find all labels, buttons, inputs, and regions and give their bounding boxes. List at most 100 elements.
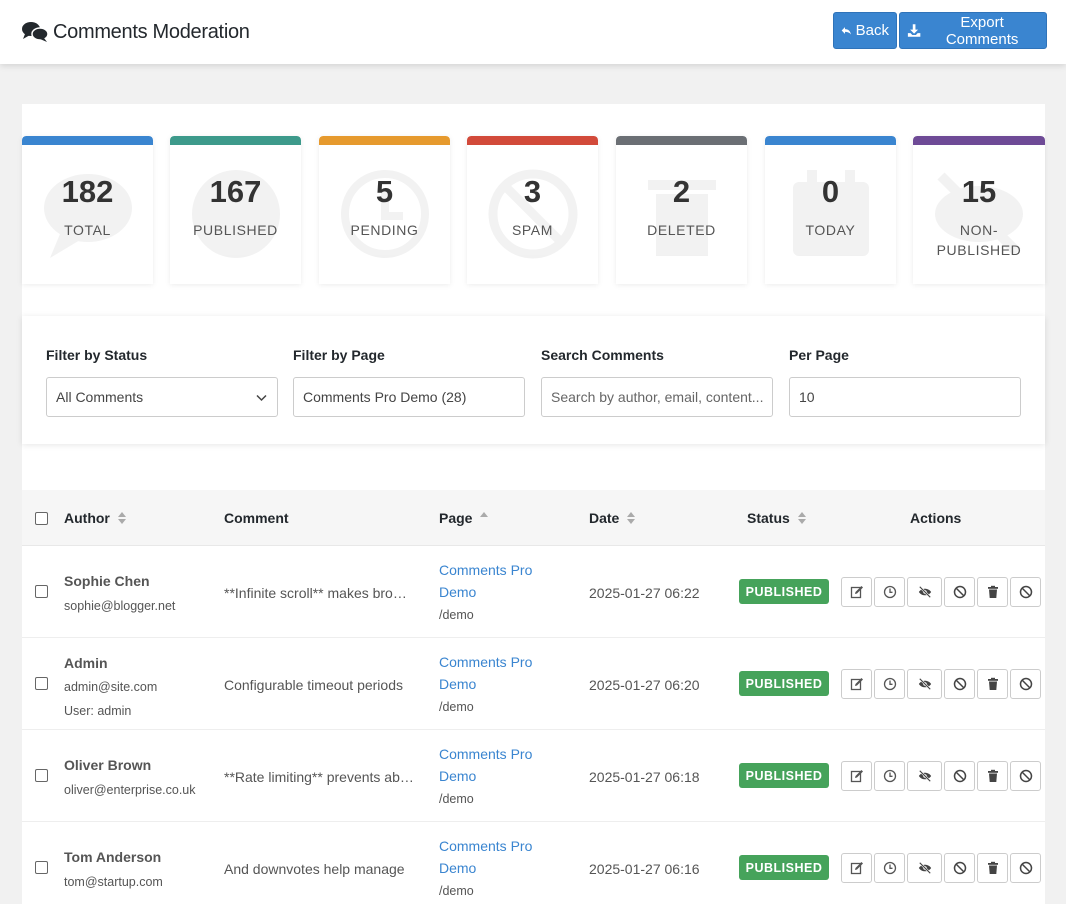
stat-bar <box>170 136 301 145</box>
table-header: Author Comment Page Date Status Actions <box>22 490 1045 546</box>
trash-button[interactable] <box>977 853 1008 883</box>
trash-button[interactable] <box>977 761 1008 791</box>
page-link[interactable]: Comments Pro Demo <box>439 651 549 695</box>
stat-card-spam: 3 SPAM <box>467 136 598 284</box>
page-link[interactable]: Comments Pro Demo <box>439 743 549 787</box>
sort-icon <box>797 512 806 524</box>
edit-button[interactable] <box>841 761 872 791</box>
stat-value: 3 <box>523 174 542 209</box>
row-checkbox[interactable] <box>35 677 48 690</box>
page-path: /demo <box>439 792 474 806</box>
stat-card-pending: 5 PENDING <box>319 136 450 284</box>
top-bar: Comments Moderation Back Export Comments <box>0 0 1066 64</box>
comment-date: 2025-01-27 06:16 <box>589 861 700 877</box>
stat-label: PENDING <box>350 222 419 238</box>
row-checkbox[interactable] <box>35 769 48 782</box>
edit-button[interactable] <box>841 577 872 607</box>
row-checkbox[interactable] <box>35 861 48 874</box>
select-all-checkbox[interactable] <box>35 512 48 525</box>
edit-button[interactable] <box>841 853 872 883</box>
column-actions: Actions <box>910 510 961 526</box>
filter-status-group: Filter by Status All Comments <box>46 347 278 417</box>
author-email: oliver@enterprise.co.uk <box>64 783 196 797</box>
per-page-input[interactable]: 10 <box>789 377 1021 417</box>
ban-button[interactable] <box>944 669 975 699</box>
clock-button[interactable] <box>874 669 905 699</box>
stat-value: 167 <box>209 174 262 209</box>
search-input[interactable]: Search by author, email, content... <box>541 377 773 417</box>
stat-value: 0 <box>821 174 840 209</box>
block-button[interactable] <box>1010 577 1041 607</box>
ban-button[interactable] <box>944 853 975 883</box>
page-link[interactable]: Comments Pro Demo <box>439 835 549 879</box>
table-row: Sophie Chen sophie@blogger.net **Infinite … <box>22 546 1045 638</box>
block-icon <box>1019 585 1032 599</box>
clock-icon <box>883 585 896 599</box>
stat-card-non-published: 15 NON-PUBLISHED <box>913 136 1045 284</box>
ban-button[interactable] <box>944 761 975 791</box>
eye-slash-button[interactable] <box>907 853 942 883</box>
ban-icon <box>953 769 966 783</box>
block-button[interactable] <box>1010 669 1041 699</box>
filter-page-input[interactable]: Comments Pro Demo (28) <box>293 377 525 417</box>
edit-icon <box>850 678 863 691</box>
main-panel: 182 TOTAL 167 PUBLISHED 5 PENDING 3 SPAM… <box>22 104 1045 904</box>
stat-value: 182 <box>61 174 114 209</box>
eye-slash-button[interactable] <box>907 669 942 699</box>
ban-button[interactable] <box>944 577 975 607</box>
column-author[interactable]: Author <box>64 510 127 526</box>
author-name: Oliver Brown <box>64 757 152 773</box>
column-status[interactable]: Status <box>747 510 807 526</box>
trash-icon <box>987 585 998 598</box>
eye-slash-icon <box>918 585 931 599</box>
table-row: Oliver Brown oliver@enterprise.co.uk **Rat… <box>22 730 1045 822</box>
filter-status-label: Filter by Status <box>46 347 148 363</box>
eye-slash-button[interactable] <box>907 761 942 791</box>
back-button[interactable]: Back <box>833 12 897 49</box>
stat-bar <box>319 136 450 145</box>
comment-excerpt: **Rate limiting** prevents abuse <box>224 769 414 785</box>
table-row: Tom Anderson tom@startup.com And downvotes… <box>22 822 1045 904</box>
stat-card-today: 0 TODAY <box>765 136 896 284</box>
trash-button[interactable] <box>977 577 1008 607</box>
column-date[interactable]: Date <box>589 510 636 526</box>
row-checkbox[interactable] <box>35 585 48 598</box>
block-icon <box>1019 677 1032 691</box>
per-page-group: Per Page 10 <box>789 347 1021 417</box>
status-badge: PUBLISHED <box>739 763 829 788</box>
stats-row: 182 TOTAL 167 PUBLISHED 5 PENDING 3 SPAM… <box>22 136 1045 286</box>
stat-card-total: 182 TOTAL <box>22 136 153 284</box>
block-icon <box>1019 769 1032 783</box>
edit-icon <box>850 586 863 599</box>
eye-slash-icon <box>918 677 931 691</box>
stat-label: TODAY <box>805 222 856 238</box>
block-icon <box>1019 861 1032 875</box>
page-path: /demo <box>439 608 474 622</box>
back-label: Back <box>855 22 889 39</box>
trash-icon <box>987 769 998 782</box>
stat-value: 5 <box>375 174 394 209</box>
export-comments-button[interactable]: Export Comments <box>899 12 1047 49</box>
filter-status-select[interactable]: All Comments <box>46 377 278 417</box>
block-button[interactable] <box>1010 853 1041 883</box>
trash-button[interactable] <box>977 669 1008 699</box>
stat-bar <box>765 136 896 145</box>
clock-icon <box>883 677 896 691</box>
clock-icon <box>883 769 896 783</box>
eye-slash-button[interactable] <box>907 577 942 607</box>
column-status-label: Status <box>747 510 790 526</box>
stat-card-deleted: 2 DELETED <box>616 136 747 284</box>
clock-button[interactable] <box>874 761 905 791</box>
chevron-down-icon <box>256 394 267 402</box>
clock-button[interactable] <box>874 577 905 607</box>
edit-button[interactable] <box>841 669 872 699</box>
block-button[interactable] <box>1010 761 1041 791</box>
sort-asc-icon <box>480 512 489 517</box>
stat-label: DELETED <box>647 222 716 238</box>
column-page[interactable]: Page <box>439 510 489 526</box>
clock-button[interactable] <box>874 853 905 883</box>
stat-label: PUBLISHED <box>193 222 278 238</box>
column-comment-label: Comment <box>224 510 289 526</box>
page-link[interactable]: Comments Pro Demo <box>439 559 549 603</box>
stat-bar <box>616 136 747 145</box>
